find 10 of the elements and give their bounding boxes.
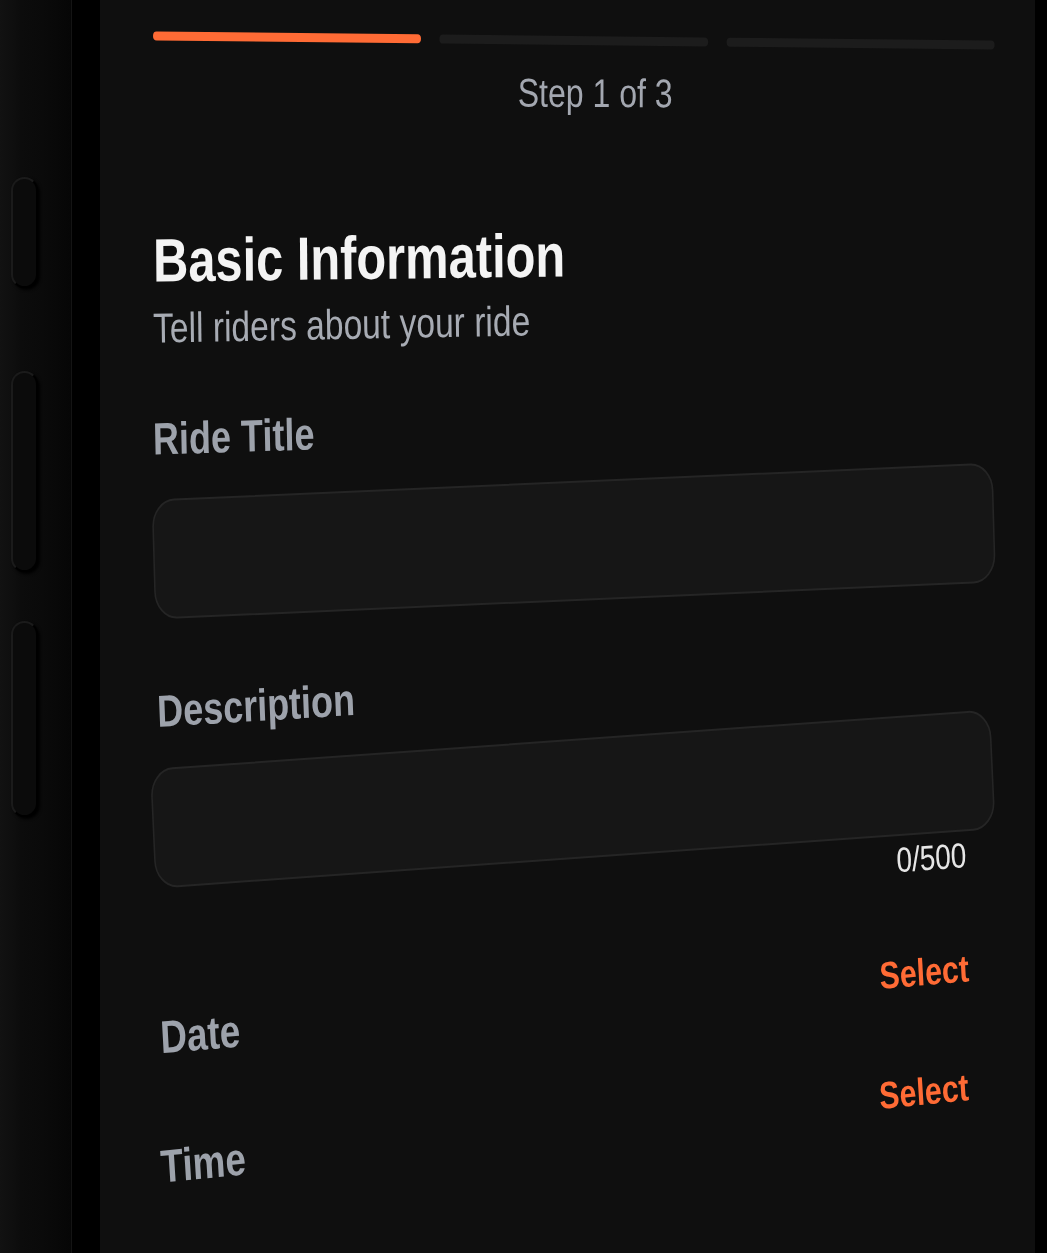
- picker-label: Time: [159, 1132, 248, 1193]
- character-counter: 0/500: [895, 835, 968, 881]
- select-button[interactable]: Select: [877, 1064, 970, 1119]
- picker-label: Date: [158, 1004, 242, 1064]
- select-button[interactable]: Select: [878, 945, 971, 999]
- page-subtitle: Tell riders about your ride: [152, 297, 531, 353]
- step-counter: Step 1 of 3: [517, 69, 673, 117]
- page-title: Basic Information: [152, 220, 566, 296]
- field-label: Ride Title: [152, 408, 315, 466]
- field-label: Description: [156, 674, 356, 738]
